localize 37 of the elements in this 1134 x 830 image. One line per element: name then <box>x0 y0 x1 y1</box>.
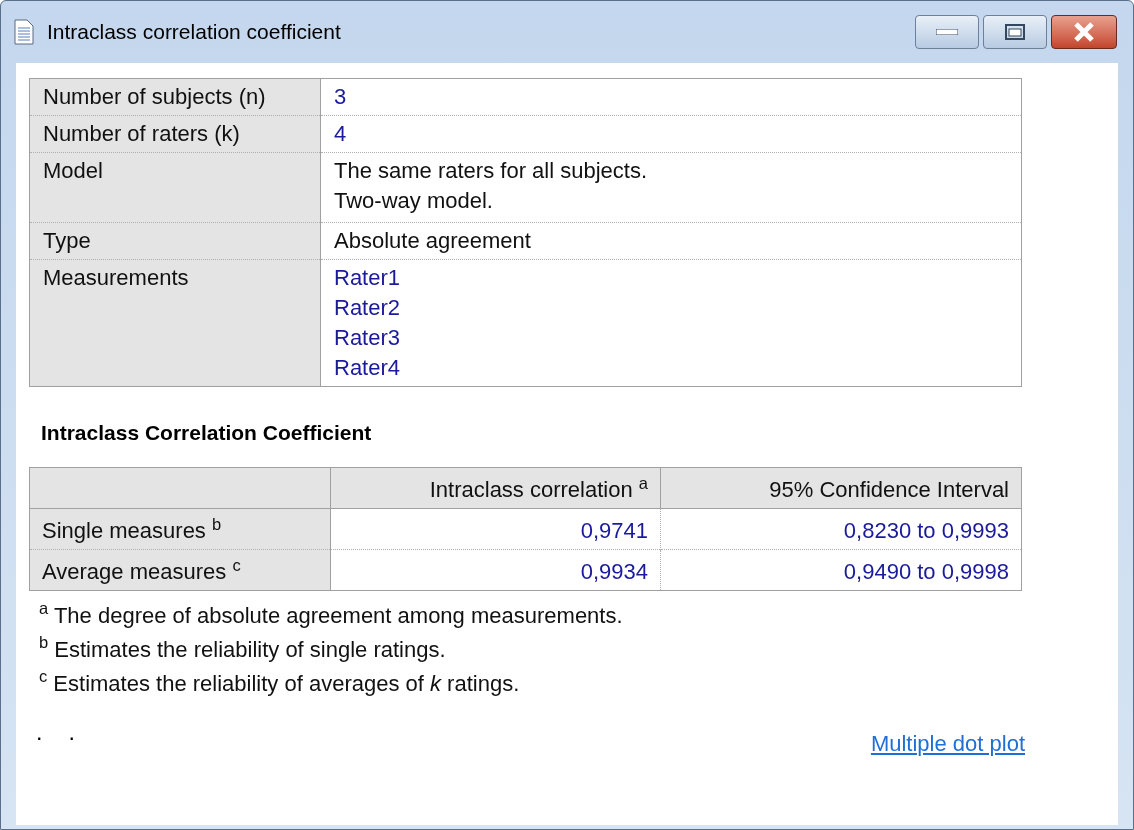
section-heading: Intraclass Correlation Coefficient <box>41 420 373 446</box>
value-text: Rater2 <box>334 294 402 322</box>
value-text: 4 <box>334 120 348 148</box>
close-icon <box>1072 22 1096 42</box>
table-cell: 0,9490 to 0,9998 <box>660 549 1022 590</box>
table-cell: 0,9934 <box>330 549 661 590</box>
row-label: Number of raters (k) <box>29 115 321 153</box>
table-cell: 0,9741 <box>330 508 661 549</box>
value-text: Two-way model. <box>334 187 494 215</box>
table-cell: 0,8230 to 0,9993 <box>660 508 1022 549</box>
footnote: $^{a}$ The degree of absolute agreement among measurements. <box>39 598 624 630</box>
column-header: 95% Confidence Interval <box>660 467 1022 508</box>
row-label: Average measures $^{c}$ <box>29 549 331 590</box>
row-label: Model <box>29 152 321 223</box>
value-text: The same raters for all subjects. <box>334 157 648 185</box>
multiple-dot-plot-link[interactable]: Multiple dot plot <box>870 726 1025 760</box>
value-text: 3 <box>334 83 348 111</box>
footnote: $^{b}$ Estimates the reliability of single ratings. <box>39 632 447 664</box>
dot-mark: . <box>69 726 74 743</box>
minimize-icon <box>936 29 958 35</box>
column-header: Intraclass correlation $^{a}$ <box>330 467 661 508</box>
maximize-button[interactable] <box>983 15 1047 49</box>
document-icon <box>13 19 35 45</box>
dot-mark: . <box>37 726 42 743</box>
row-label: Measurements <box>29 259 321 387</box>
row-label: Type <box>29 222 321 260</box>
window-title: Intraclass correlation coefficient <box>47 19 341 46</box>
value-text: Rater4 <box>334 354 402 382</box>
footnote: $^{c}$ Estimates the reliability of averages of k ratings. <box>39 666 521 698</box>
close-button[interactable] <box>1051 15 1117 49</box>
minimize-button[interactable] <box>915 15 979 49</box>
value-text: Rater3 <box>334 324 402 352</box>
row-label: Single measures $^{b}$ <box>29 508 331 549</box>
value-text: Rater1 <box>334 264 402 292</box>
row-label: Number of subjects (n) <box>29 78 321 116</box>
value-text: Absolute agreement <box>334 227 532 255</box>
maximize-icon <box>1005 24 1025 40</box>
